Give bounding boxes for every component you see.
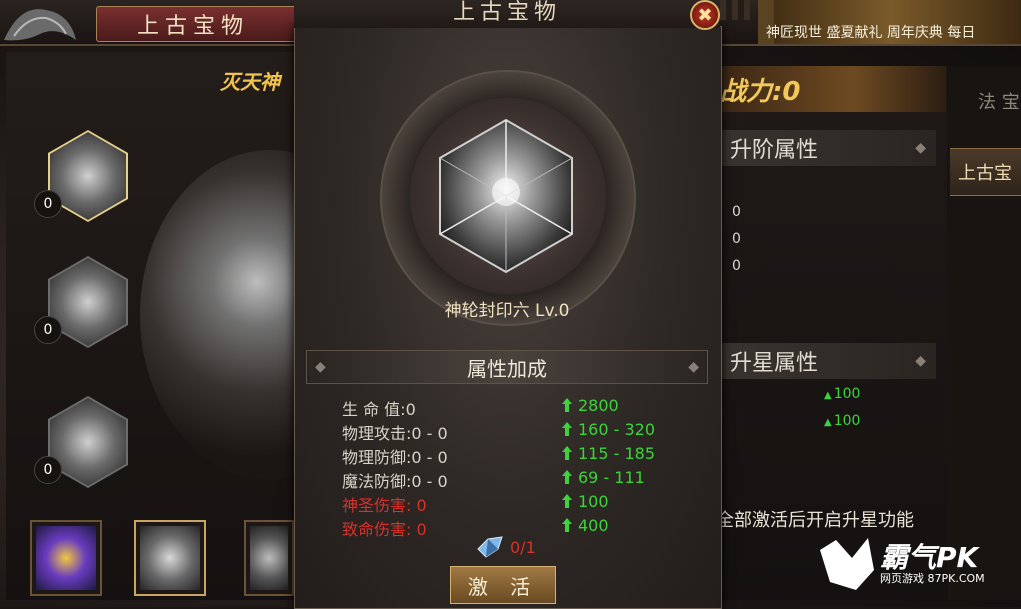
attribute-label: 致命伤害: 0 <box>342 520 427 539</box>
attribute-bonus-header: ◆ 属性加成 ◆ <box>306 350 708 384</box>
event-banner-text[interactable]: 神匠现世 盛夏献礼 周年庆典 每日 <box>766 22 975 42</box>
attribute-label: 生 命 值:0 <box>342 400 416 419</box>
diamond-icon: ◆ <box>315 359 326 375</box>
item-name-level: 神轮封印六 Lv.0 <box>444 301 570 321</box>
star-bonus-value: 100 <box>824 386 861 402</box>
set-tab-icon <box>250 526 288 590</box>
attribute-row: 物理攻击:0 - 0 160 - 320 <box>342 420 682 444</box>
star-attributes-title: 升星属性 <box>730 351 819 376</box>
set-tab-3[interactable] <box>244 520 294 596</box>
attribute-bonus: 100 <box>578 492 609 511</box>
treasure-slot-1[interactable]: 0 <box>34 130 128 222</box>
upgrade-attributes-title: 升阶属性 <box>730 138 819 163</box>
category-tabs <box>948 66 1021 600</box>
upgrade-value: 0 <box>732 258 741 274</box>
upgrade-value: 0 <box>732 231 741 247</box>
attribute-bonus: 115 - 185 <box>578 444 656 463</box>
star-attributes-header: 升星属性 ◆ <box>716 343 936 379</box>
required-material[interactable]: 0/1 <box>476 534 536 560</box>
diamond-icon: ◆ <box>688 359 699 375</box>
upgrade-attributes-header: 升阶属性 ◆ <box>716 130 936 166</box>
crystal-gem-icon <box>477 536 503 558</box>
treasure-slot-count: 0 <box>34 316 62 344</box>
tab-shanggu[interactable]: 上古宝 <box>950 148 1021 196</box>
combat-power: 战力:0 <box>716 66 946 112</box>
star-bonus-value: 100 <box>824 413 861 429</box>
attribute-label: 魔法防御:0 - 0 <box>342 472 448 491</box>
attribute-bonus-title: 属性加成 <box>467 356 547 381</box>
diamond-icon: ◆ <box>915 140 926 156</box>
close-icon: ✖ <box>697 4 713 26</box>
attribute-row: 神圣伤害: 0 100 <box>342 492 682 516</box>
treasure-slot-count: 0 <box>34 190 62 218</box>
diamond-icon: ◆ <box>915 353 926 369</box>
attribute-bonus: 2800 <box>578 396 619 415</box>
attribute-row: 生 命 值:0 2800 <box>342 396 682 420</box>
attribute-bonus: 400 <box>578 516 609 535</box>
attribute-row: 物理防御:0 - 0 115 - 185 <box>342 444 682 468</box>
set-tab-1[interactable] <box>30 520 102 596</box>
watermark-site: 网页游戏 87PK.COM <box>880 572 985 585</box>
attribute-label: 物理攻击:0 - 0 <box>342 424 448 443</box>
set-tab-icon <box>140 526 200 590</box>
material-count: 0/1 <box>510 537 536 557</box>
activate-button[interactable]: 激 活 <box>450 566 556 604</box>
attribute-row: 魔法防御:0 - 0 69 - 111 <box>342 468 682 492</box>
tab-fabao[interactable]: 法 宝 <box>978 88 1020 114</box>
treasure-slot-3[interactable]: 0 <box>34 396 128 488</box>
attribute-bonus: 160 - 320 <box>578 420 656 439</box>
upgrade-value: 0 <box>732 204 741 220</box>
star-unlock-hint: 全部激活后开启升星功能 <box>716 510 914 531</box>
attribute-bonus: 69 - 111 <box>578 468 645 487</box>
background-title: 上古宝物 <box>96 6 306 42</box>
set-tab-icon <box>36 526 96 590</box>
treasure-cube-icon <box>439 118 573 274</box>
treasure-slot-2[interactable]: 0 <box>34 256 128 348</box>
attribute-label: 神圣伤害: 0 <box>342 496 427 515</box>
treasure-set-name: 灭天神 <box>220 70 280 94</box>
close-button[interactable]: ✖ <box>690 0 720 30</box>
dialog-title: 上古宝物 <box>452 0 561 25</box>
dragon-ornament-icon <box>4 9 76 41</box>
attribute-label: 物理防御:0 - 0 <box>342 448 448 467</box>
set-tab-2[interactable] <box>134 520 206 596</box>
treasure-slot-count: 0 <box>34 456 62 484</box>
